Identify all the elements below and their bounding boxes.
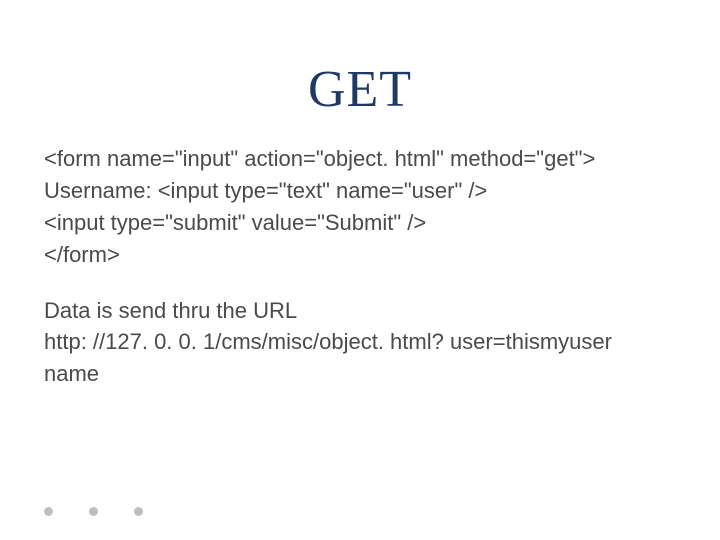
code-line-1: <form name="input" action="object. html"… [44, 143, 676, 175]
explain-line-1: Data is send thru the URL [44, 295, 676, 327]
spacer [44, 271, 676, 295]
dot-icon [134, 507, 143, 516]
code-line-2: Username: <input type="text" name="user"… [44, 175, 676, 207]
explain-line-2: http: //127. 0. 0. 1/cms/misc/object. ht… [44, 326, 676, 358]
slide-title: GET [44, 60, 676, 119]
dot-icon [89, 507, 98, 516]
explain-line-3: name [44, 358, 676, 390]
code-line-4: </form> [44, 239, 676, 271]
slide-body: <form name="input" action="object. html"… [44, 143, 676, 390]
code-line-3: <input type="submit" value="Submit" /> [44, 207, 676, 239]
slide: GET <form name="input" action="object. h… [0, 0, 720, 540]
footer-dots [44, 507, 143, 516]
dot-icon [44, 507, 53, 516]
